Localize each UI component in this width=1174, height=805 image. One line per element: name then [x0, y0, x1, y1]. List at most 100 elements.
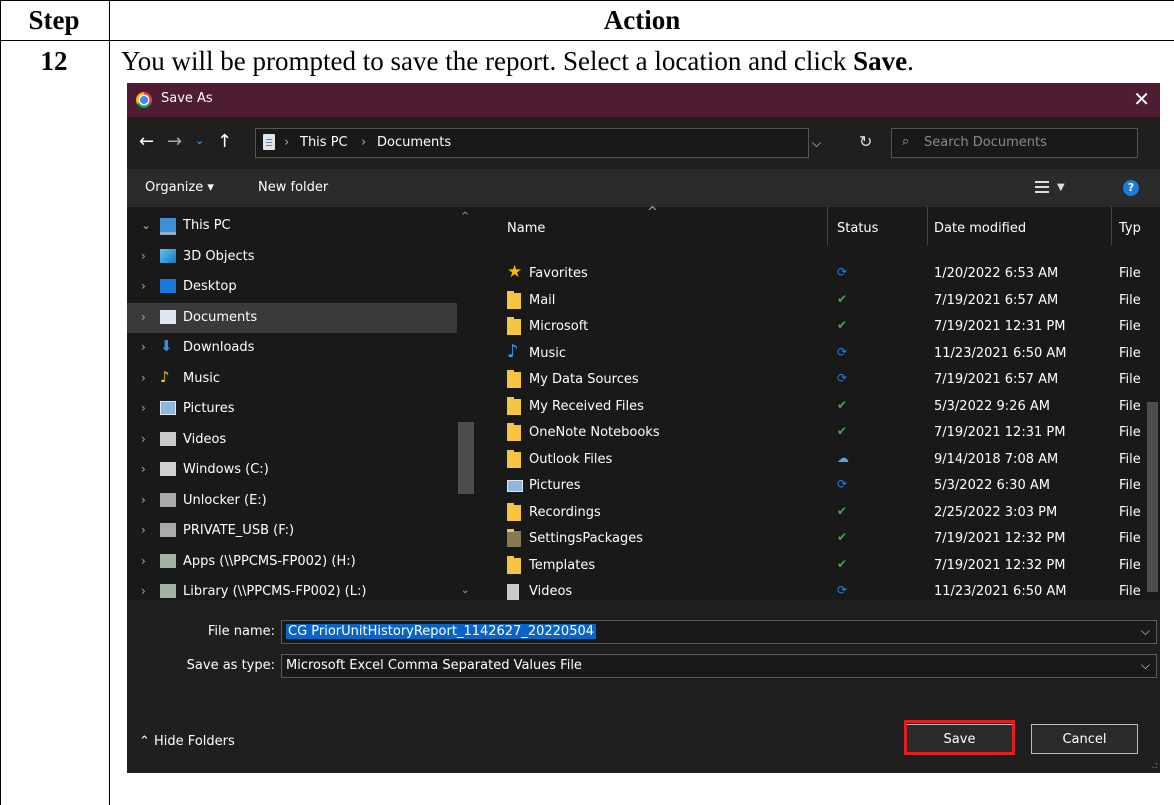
- file-date-modified: 7/19/2021 6:57 AM: [934, 372, 1059, 387]
- sidebar-item-label: Downloads: [183, 340, 255, 355]
- file-row[interactable]: Recordings ✔ 2/25/2022 3:03 PM File: [477, 500, 1145, 526]
- chevron-right-icon[interactable]: ›: [141, 493, 146, 507]
- refresh-icon[interactable]: ↻: [859, 132, 872, 151]
- new-folder-button[interactable]: New folder: [258, 180, 328, 195]
- file-row[interactable]: Outlook Files ☁ 9/14/2018 7:08 AM File: [477, 447, 1145, 473]
- column-name[interactable]: Name: [507, 221, 545, 236]
- file-row[interactable]: ♪ Music ⟳ 11/23/2021 6:50 AM File: [477, 341, 1145, 367]
- chevron-right-icon[interactable]: ›: [141, 554, 146, 568]
- folder-icon: [507, 555, 521, 574]
- file-row[interactable]: Mail ✔ 7/19/2021 6:57 AM File: [477, 288, 1145, 314]
- sidebar-item[interactable]: › Desktop: [127, 272, 457, 302]
- column-separator[interactable]: [1111, 207, 1112, 245]
- file-row[interactable]: OneNote Notebooks ✔ 7/19/2021 12:31 PM File: [477, 420, 1145, 446]
- breadcrumb-this-pc[interactable]: This PC: [300, 135, 348, 150]
- address-bar[interactable]: › This PC › Documents: [255, 128, 809, 158]
- sidebar-item-label: 3D Objects: [183, 248, 255, 264]
- chevron-right-icon[interactable]: ›: [141, 340, 146, 354]
- synced-check-icon: ✔: [837, 397, 848, 412]
- forward-arrow-icon[interactable]: →: [167, 131, 182, 152]
- organize-button[interactable]: Organize ▾: [145, 180, 214, 195]
- column-status[interactable]: Status: [837, 221, 878, 236]
- file-row[interactable]: My Data Sources ⟳ 7/19/2021 6:57 AM File: [477, 367, 1145, 393]
- folder-icon: [507, 502, 521, 521]
- sidebar-item[interactable]: › ⬇ Downloads: [127, 333, 457, 363]
- chevron-right-icon[interactable]: ›: [141, 279, 146, 293]
- sidebar-item-label: Library (\\PPCMS-FP002) (L:): [183, 584, 367, 599]
- sidebar-item[interactable]: › Apps (\\PPCMS-FP002) (H:): [127, 547, 457, 577]
- chevron-right-icon[interactable]: ›: [141, 432, 146, 446]
- chevron-right-icon[interactable]: ›: [141, 371, 146, 385]
- sidebar-item[interactable]: › Pictures: [127, 394, 457, 424]
- help-icon[interactable]: ?: [1123, 180, 1139, 196]
- chevron-down-icon[interactable]: ⌄: [141, 218, 151, 232]
- nav-scroll-down-icon[interactable]: ⌄: [461, 585, 469, 596]
- save-type-select[interactable]: Microsoft Excel Comma Separated Values F…: [281, 654, 1157, 678]
- file-date-modified: 9/14/2018 7:08 AM: [934, 451, 1059, 467]
- file-name: OneNote Notebooks: [529, 425, 660, 440]
- network-drive-icon: [160, 553, 176, 568]
- address-dropdown-icon[interactable]: ⌵: [812, 136, 821, 151]
- file-name-input[interactable]: CG PriorUnitHistoryReport_1142627_202205…: [281, 620, 1157, 644]
- pc-icon: [160, 218, 176, 235]
- sidebar-item[interactable]: › Documents: [127, 302, 457, 333]
- navigation-pane: ^ ⌄ ⌄ This PC › 3D Objects › Desktop › Document…: [127, 207, 477, 600]
- sidebar-item[interactable]: › ♪ Music: [127, 364, 457, 394]
- folder-icon: [507, 396, 521, 415]
- file-name: SettingsPackages: [529, 531, 643, 546]
- chevron-down-icon[interactable]: ⌵: [1141, 658, 1150, 673]
- recent-locations-chevron-icon[interactable]: ⌄: [195, 134, 204, 147]
- sidebar-item[interactable]: › Unlocker (E:): [127, 486, 457, 516]
- cancel-button[interactable]: Cancel: [1031, 724, 1138, 754]
- file-row[interactable]: Microsoft ✔ 7/19/2021 12:31 PM File: [477, 314, 1145, 340]
- file-name-value[interactable]: CG PriorUnitHistoryReport_1142627_202205…: [286, 624, 597, 639]
- column-separator[interactable]: [927, 207, 928, 245]
- sidebar-item[interactable]: ⌄ This PC: [127, 211, 457, 241]
- file-row[interactable]: ★ Favorites ⟳ 1/20/2022 6:53 AM File: [477, 261, 1145, 287]
- file-type: File: [1119, 451, 1141, 467]
- column-date-modified[interactable]: Date modified: [934, 221, 1026, 236]
- view-dropdown-icon[interactable]: ▼: [1057, 182, 1065, 193]
- chevron-right-icon[interactable]: ›: [141, 401, 146, 415]
- column-type[interactable]: Typ: [1119, 221, 1141, 236]
- chevron-right-icon[interactable]: ›: [141, 249, 146, 263]
- sidebar-item[interactable]: › Windows (C:): [127, 455, 457, 485]
- breadcrumb-documents[interactable]: Documents: [377, 135, 451, 150]
- sidebar-item-label: Pictures: [183, 401, 235, 416]
- file-row[interactable]: Templates ✔ 7/19/2021 12:32 PM File: [477, 553, 1145, 579]
- nav-scroll-thumb[interactable]: [458, 422, 474, 494]
- chevron-right-icon[interactable]: ›: [141, 584, 146, 598]
- back-arrow-icon[interactable]: ←: [139, 131, 154, 152]
- documents-icon: [160, 309, 176, 324]
- chevron-down-icon[interactable]: ⌵: [1141, 624, 1150, 639]
- file-row[interactable]: Pictures ⟳ 5/3/2022 6:30 AM File: [477, 473, 1145, 499]
- search-placeholder: Search Documents: [924, 135, 1047, 150]
- hide-folders-button[interactable]: ⌃ Hide Folders: [139, 734, 235, 749]
- file-row[interactable]: My Received Files ✔ 5/3/2022 9:26 AM File: [477, 394, 1145, 420]
- column-separator[interactable]: [827, 207, 828, 245]
- file-type: File: [1119, 345, 1141, 361]
- synced-check-icon: ✔: [837, 530, 848, 544]
- sidebar-item[interactable]: › PRIVATE_USB (F:): [127, 516, 457, 546]
- file-row[interactable]: SettingsPackages ✔ 7/19/2021 12:32 PM File: [477, 526, 1145, 552]
- view-options-icon[interactable]: [1035, 181, 1049, 193]
- nav-scroll-up-icon[interactable]: ^: [461, 211, 469, 222]
- file-name: Music: [529, 345, 566, 361]
- sidebar-item-label: Videos: [183, 431, 227, 447]
- chevron-right-icon[interactable]: ›: [141, 462, 146, 476]
- synced-check-icon: ✔: [837, 291, 848, 306]
- up-arrow-icon[interactable]: ↑: [217, 131, 232, 152]
- chevron-right-icon[interactable]: ›: [141, 310, 146, 324]
- chevron-right-icon[interactable]: ›: [141, 523, 146, 537]
- file-name: Outlook Files: [529, 451, 613, 467]
- file-type: File: [1119, 531, 1141, 546]
- file-list-vscroll-thumb[interactable]: [1147, 402, 1158, 592]
- dialog-titlebar[interactable]: Save As ✕: [127, 83, 1160, 117]
- close-icon[interactable]: ✕: [1133, 87, 1150, 111]
- file-date-modified: 2/25/2022 3:03 PM: [934, 504, 1058, 520]
- sidebar-item[interactable]: › Videos: [127, 425, 457, 455]
- sidebar-item[interactable]: › 3D Objects: [127, 242, 457, 272]
- nav-scrollbar[interactable]: [457, 207, 477, 600]
- resize-grip-icon[interactable]: .:: [1151, 760, 1158, 771]
- search-input[interactable]: ⌕ Search Documents: [891, 128, 1138, 158]
